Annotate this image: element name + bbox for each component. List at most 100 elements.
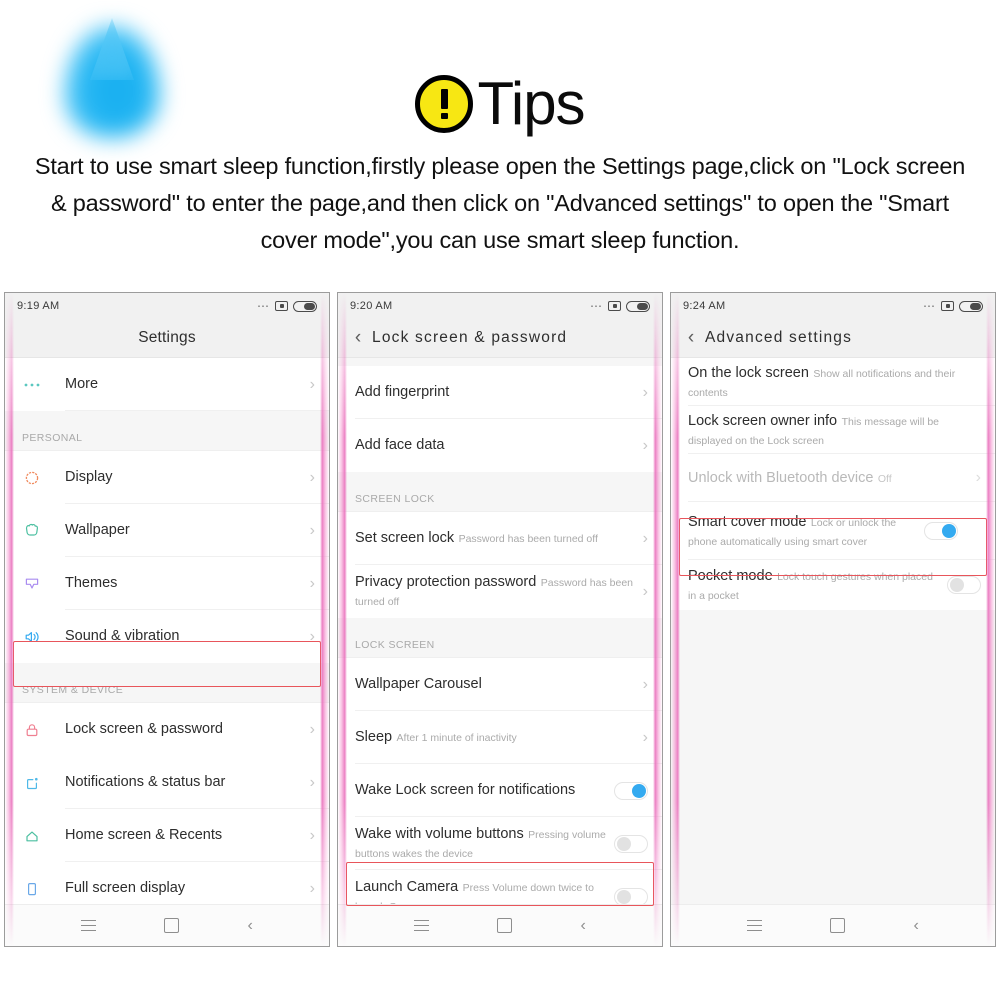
- toggle-wake-with-volume-buttons[interactable]: [614, 834, 648, 853]
- title-bar: ‹ Lock screen & password: [338, 319, 662, 358]
- phone-screenshot-settings: 9:19 AM ⋯ Settings More › PERSONAL Displ…: [4, 292, 330, 947]
- system-nav-bar: ‹: [5, 904, 329, 946]
- sim-card-icon: [608, 301, 621, 311]
- list-item-on-the-lock-screen[interactable]: On the lock screen Show all notification…: [671, 358, 995, 406]
- toggle-launch-camera[interactable]: [614, 887, 648, 906]
- list-item-label: Wallpaper: [65, 522, 130, 538]
- toggle-smart-cover-mode[interactable]: [924, 522, 958, 540]
- list-item-sleep[interactable]: Sleep After 1 minute of inactivity ›: [338, 711, 662, 764]
- list-item-wallpaper-carousel[interactable]: Wallpaper Carousel ›: [338, 658, 662, 711]
- status-bar: 9:24 AM ⋯: [671, 293, 995, 319]
- chevron-right-icon: ›: [309, 826, 315, 844]
- list-item-label: Wake with volume buttons: [355, 826, 524, 842]
- phone-screenshot-advanced-settings: 9:24 AM ⋯ ‹ Advanced settings On the loc…: [670, 292, 996, 947]
- list-item-label: More: [65, 376, 99, 392]
- exclamation-badge-icon: [415, 75, 474, 133]
- list-item-label: Pocket mode: [688, 567, 773, 584]
- status-dots-icon: ⋯: [257, 299, 270, 313]
- list-item-notifications[interactable]: Notifications & status bar ›: [5, 756, 329, 809]
- list-item-label: Themes: [65, 575, 118, 591]
- back-chevron-icon[interactable]: ‹: [581, 918, 586, 934]
- settings-list: More › PERSONAL Display › Wallpaper › Th…: [5, 358, 329, 946]
- list-item-pocket-mode[interactable]: Pocket mode Lock touch gestures when pla…: [671, 560, 995, 610]
- battery-icon: [293, 300, 317, 312]
- list-item-wake-with-volume-buttons[interactable]: Wake with volume buttons Pressing volume…: [338, 817, 662, 870]
- list-item-label: Add face data: [355, 437, 445, 453]
- list-item-label: Notifications & status bar: [65, 774, 226, 790]
- list-item-label: Wallpaper Carousel: [355, 676, 482, 692]
- list-item-label: Privacy protection password: [355, 574, 537, 590]
- list-item-sublabel: After 1 minute of inactivity: [396, 732, 517, 744]
- list-item-label: Unlock with Bluetooth device: [688, 469, 874, 486]
- list-item-home-screen[interactable]: Home screen & Recents ›: [5, 809, 329, 862]
- list-item-label: Sound & vibration: [65, 628, 180, 644]
- list-item-lock-screen-password[interactable]: Lock screen & password ›: [5, 703, 329, 756]
- title-bar: ‹ Advanced settings: [671, 319, 995, 358]
- list-item-themes[interactable]: Themes ›: [5, 557, 329, 610]
- sim-card-icon: [941, 301, 954, 311]
- home-square-icon[interactable]: [497, 918, 513, 933]
- menu-icon[interactable]: [747, 920, 763, 931]
- tips-description: Start to use smart sleep function,firstl…: [34, 153, 966, 253]
- notifications-icon: [22, 773, 65, 793]
- menu-icon[interactable]: [81, 920, 97, 931]
- chevron-right-icon: ›: [642, 675, 648, 693]
- fullscreen-icon: [22, 879, 65, 899]
- list-item-unlock-with-bluetooth-device[interactable]: Unlock with Bluetooth device Off ›: [671, 454, 995, 502]
- title-bar: Settings: [5, 319, 329, 358]
- chevron-right-icon: ›: [309, 773, 315, 791]
- battery-icon: [626, 300, 650, 312]
- battery-icon: [959, 300, 983, 312]
- chevron-right-icon: ›: [309, 574, 315, 592]
- back-chevron-icon[interactable]: ‹: [338, 327, 372, 349]
- section-header-system-device: SYSTEM & DEVICE: [5, 675, 329, 703]
- chevron-right-icon: ›: [309, 627, 315, 645]
- list-item-display[interactable]: Display ›: [5, 451, 329, 504]
- list-item-smart-cover-mode[interactable]: Smart cover mode Lock or unlock the phon…: [671, 502, 995, 560]
- toggle-pocket-mode[interactable]: [947, 576, 981, 594]
- home-square-icon[interactable]: [830, 918, 846, 933]
- screen-title: Advanced settings: [705, 329, 853, 346]
- list-item-label: Sleep: [355, 729, 393, 745]
- list-item-label: Home screen & Recents: [65, 827, 223, 843]
- list-item-label: Lock screen & password: [65, 721, 223, 737]
- chevron-right-icon: ›: [309, 879, 315, 897]
- status-bar: 9:20 AM ⋯: [338, 293, 662, 319]
- list-item-privacy-protection-password[interactable]: Privacy protection password Password has…: [338, 565, 662, 618]
- list-item-add-face-data[interactable]: Add face data ›: [338, 419, 662, 472]
- page-title: Tips: [477, 70, 585, 137]
- menu-icon[interactable]: [414, 920, 430, 931]
- screenshot-gallery: 9:19 AM ⋯ Settings More › PERSONAL Displ…: [0, 292, 1000, 952]
- sim-card-icon: [275, 301, 288, 311]
- screen-title: Lock screen & password: [372, 329, 568, 346]
- list-item-sound[interactable]: Sound & vibration ›: [5, 610, 329, 663]
- list-item-wake-lock-screen-notifications[interactable]: Wake Lock screen for notifications: [338, 764, 662, 817]
- status-clock: 9:19 AM: [17, 300, 60, 312]
- list-item-more[interactable]: More ›: [5, 358, 329, 411]
- back-chevron-icon[interactable]: ‹: [671, 327, 705, 349]
- list-item-set-screen-lock[interactable]: Set screen lock Password has been turned…: [338, 512, 662, 565]
- home-icon: [22, 826, 65, 846]
- chevron-right-icon: ›: [642, 728, 648, 746]
- list-item-label: Smart cover mode: [688, 513, 807, 530]
- list-item-sublabel: Off: [877, 472, 892, 485]
- list-item-label: On the lock screen: [688, 364, 809, 381]
- toggle-wake-lock-screen[interactable]: [614, 781, 648, 800]
- home-square-icon[interactable]: [164, 918, 180, 933]
- chevron-right-icon: ›: [309, 720, 315, 738]
- list-item-label: Full screen display: [65, 880, 186, 896]
- sound-icon: [22, 627, 65, 647]
- section-gap: [5, 663, 329, 675]
- section-header-lock-screen: LOCK SCREEN: [338, 630, 662, 658]
- list-item-lock-screen-owner-info[interactable]: Lock screen owner info This message will…: [671, 406, 995, 454]
- status-clock: 9:20 AM: [350, 300, 393, 312]
- tips-title-row: Tips: [0, 62, 1000, 146]
- chevron-right-icon: ›: [309, 375, 315, 393]
- status-clock: 9:24 AM: [683, 300, 726, 312]
- back-chevron-icon[interactable]: ‹: [248, 918, 253, 934]
- section-gap: [338, 618, 662, 630]
- list-item-wallpaper[interactable]: Wallpaper ›: [5, 504, 329, 557]
- list-item-add-fingerprint[interactable]: Add fingerprint ›: [338, 366, 662, 419]
- tips-header: Tips Start to use smart sleep function,f…: [0, 0, 1000, 278]
- back-chevron-icon[interactable]: ‹: [914, 918, 919, 934]
